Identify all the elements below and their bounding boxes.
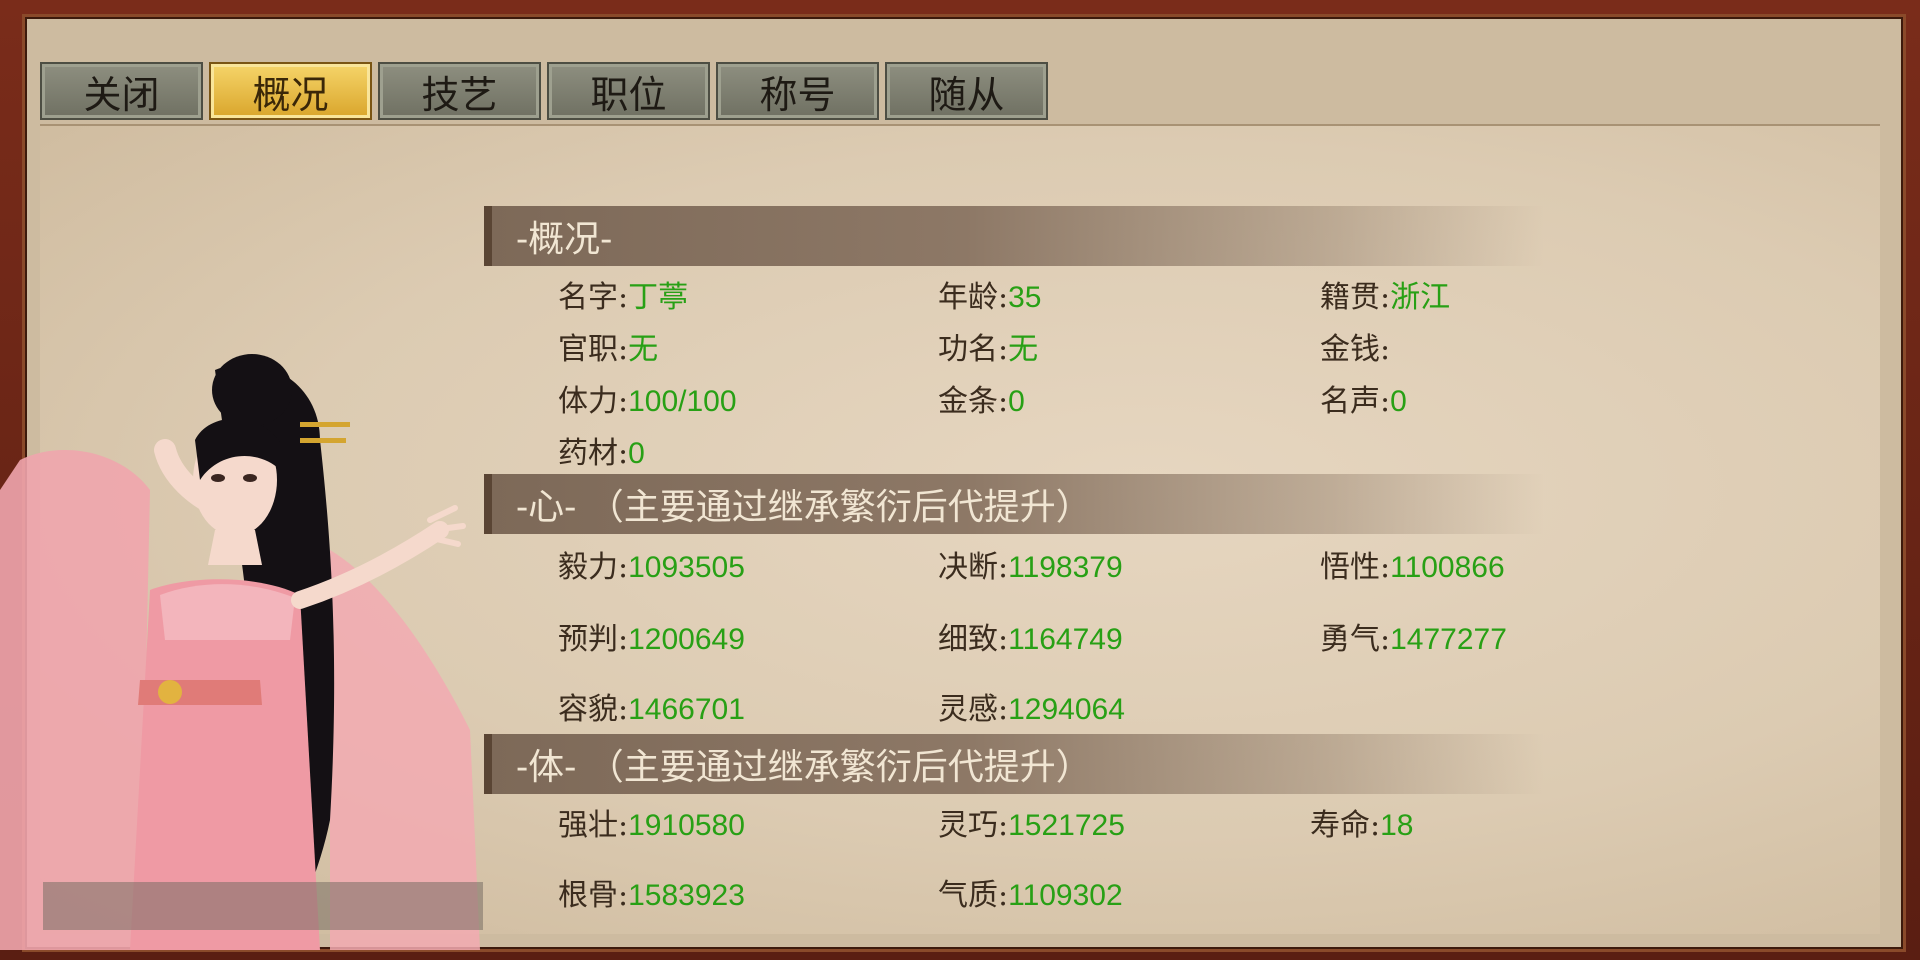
section-header-mind: -心- （主要通过继承繁衍后代提升） (484, 474, 1544, 534)
stat-gold-bars: 金条:0 (938, 384, 1025, 419)
tab-position[interactable]: 职位 (547, 62, 710, 120)
stat-lifespan: 寿命:18 (1310, 808, 1414, 843)
stat-age: 年龄:35 (938, 280, 1042, 315)
tab-titles[interactable]: 称号 (716, 62, 879, 120)
character-portrait (0, 354, 480, 950)
stat-dexterity: 灵巧:1521725 (938, 808, 1125, 843)
stat-herbs: 药材:0 (558, 436, 645, 471)
tab-followers[interactable]: 随从 (885, 62, 1048, 120)
stat-hometown: 籍贯:浙江 (1320, 280, 1451, 315)
stat-prediction: 预判:1200649 (558, 622, 745, 657)
stat-insight: 悟性:1100866 (1320, 550, 1505, 585)
tab-close[interactable]: 关闭 (40, 62, 203, 120)
stat-strength: 强壮:1910580 (558, 808, 745, 843)
stat-money: 金钱: (1320, 332, 1391, 367)
stat-rank: 功名:无 (938, 332, 1039, 367)
section-header-overview: -概况- (484, 206, 1544, 266)
tab-overview[interactable]: 概况 (209, 62, 372, 120)
stat-constitution: 根骨:1583923 (558, 878, 745, 913)
stat-name: 名字:丁葶 (558, 280, 689, 315)
character-name-bar (43, 882, 483, 930)
stat-decisiveness: 决断:1198379 (938, 550, 1123, 585)
stat-meticulousness: 细致:1164749 (938, 622, 1123, 657)
stat-reputation: 名声:0 (1320, 384, 1407, 419)
stat-inspiration: 灵感:1294064 (938, 692, 1125, 727)
stat-stamina: 体力:100/100 (558, 384, 737, 419)
section-header-body: -体- （主要通过继承繁衍后代提升） (484, 734, 1544, 794)
stat-courage: 勇气:1477277 (1320, 622, 1507, 657)
tab-skills[interactable]: 技艺 (378, 62, 541, 120)
stat-appearance: 容貌:1466701 (558, 692, 745, 727)
stat-office: 官职:无 (558, 332, 659, 367)
tab-bar: 关闭 概况 技艺 职位 称号 随从 (40, 62, 1048, 124)
stat-temperament: 气质:1109302 (938, 878, 1123, 913)
stat-perseverance: 毅力:1093505 (558, 550, 745, 585)
